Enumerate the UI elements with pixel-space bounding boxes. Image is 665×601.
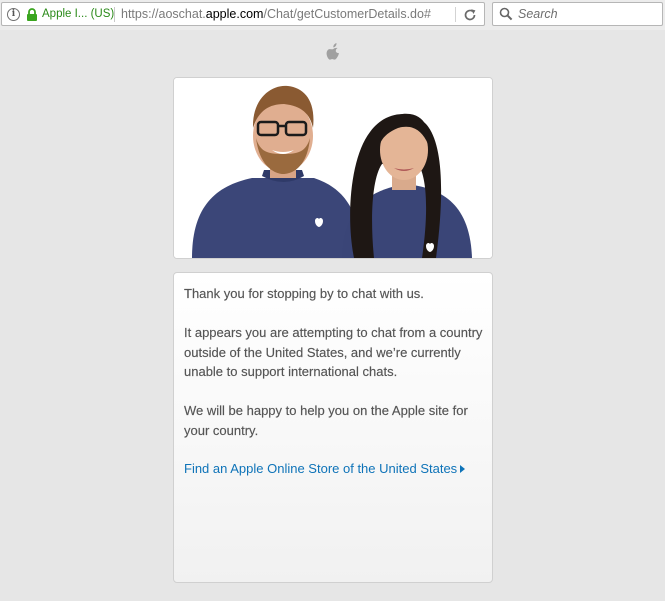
staff-photo-card [173,77,493,259]
address-bar[interactable]: i Apple I... (US) https://aoschat.apple.… [1,2,485,26]
search-input[interactable] [518,6,658,22]
url-prefix: https://aoschat. [121,7,206,21]
url-text[interactable]: https://aoschat.apple.com/Chat/getCustom… [121,8,431,21]
browser-toolbar: i Apple I... (US) https://aoschat.apple.… [0,0,665,30]
search-bar[interactable] [492,2,663,26]
reload-icon[interactable] [463,8,477,22]
search-icon [499,7,513,21]
chat-unavailable-card: Thank you for stopping by to chat with u… [173,272,493,583]
online-store-link-label: Find an Apple Online Store of the United… [184,461,458,476]
online-store-link[interactable]: Find an Apple Online Store of the United… [184,459,466,479]
site-identity-label[interactable]: Apple I... (US) [42,8,114,21]
apple-staff-photo [174,78,492,258]
unavailable-message: It appears you are attempting to chat fr… [184,325,483,379]
help-message: We will be happy to help you on the Appl… [184,403,468,438]
url-divider [114,7,115,22]
url-domain: apple.com [205,7,264,21]
url-path: /Chat/getCustomerDetails.do# [263,7,431,21]
arrow-right-icon [460,465,466,473]
apple-logo-icon [326,43,339,60]
reload-divider [455,7,456,22]
info-icon[interactable]: i [7,8,20,21]
greeting-text: Thank you for stopping by to chat with u… [184,286,424,301]
lock-icon[interactable] [26,8,38,21]
